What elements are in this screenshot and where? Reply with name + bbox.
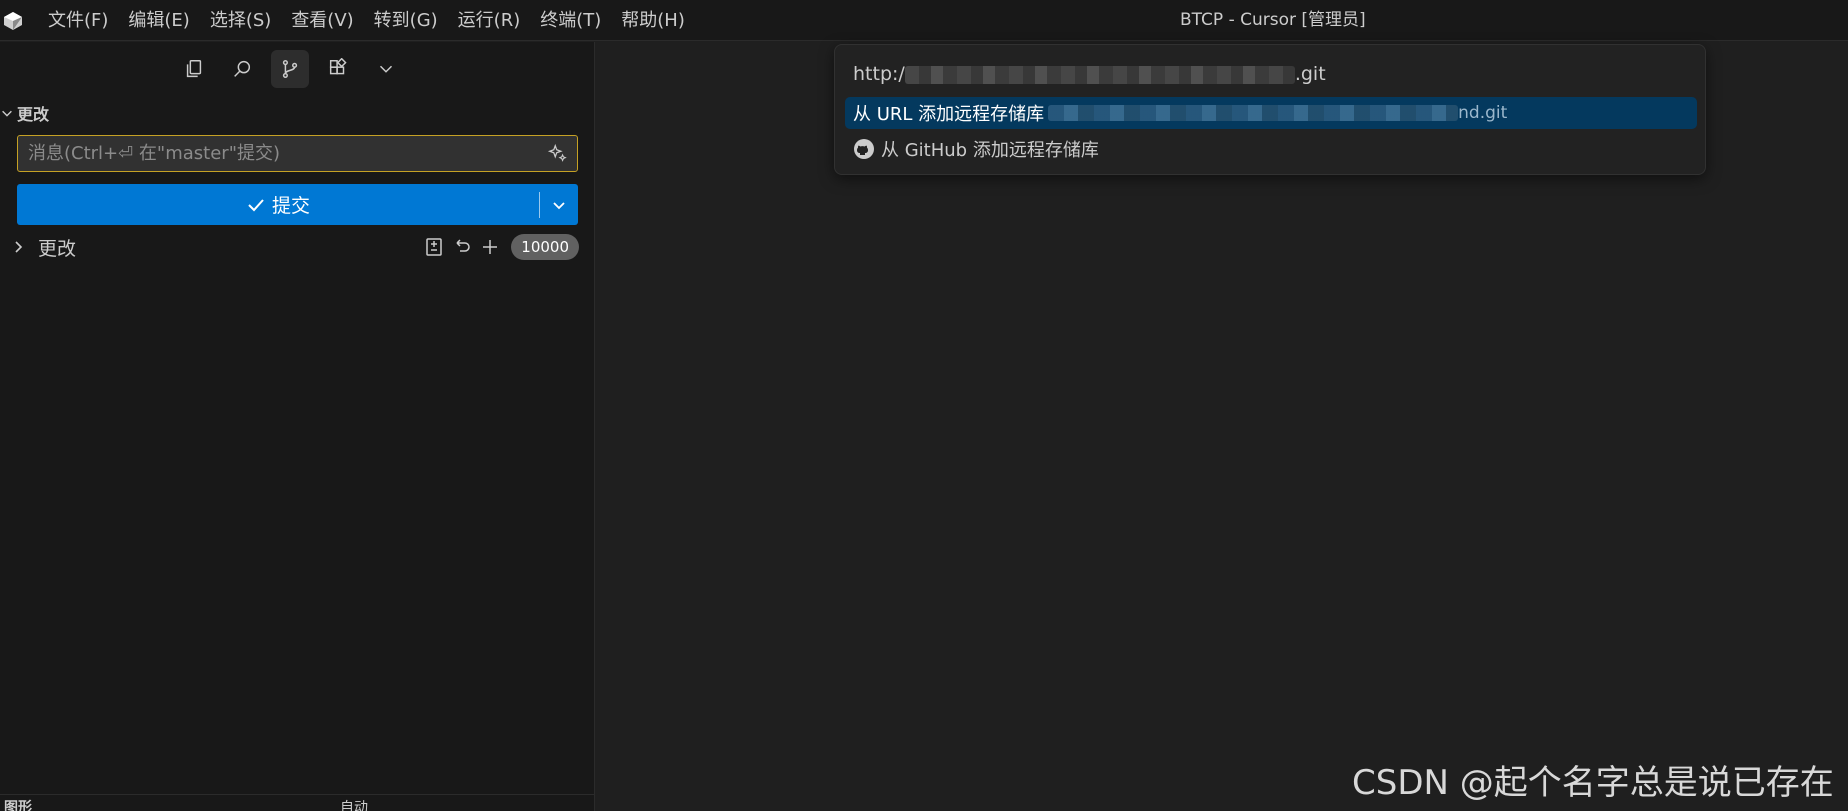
explorer-button[interactable] xyxy=(175,50,213,88)
menu-selection[interactable]: 选择(S) xyxy=(204,6,277,36)
source-control-button[interactable] xyxy=(271,50,309,88)
changes-actions: 10000 xyxy=(419,234,579,260)
cursor-logo-icon xyxy=(4,12,22,30)
more-views-button[interactable] xyxy=(367,50,405,88)
files-icon xyxy=(186,60,202,78)
graph-auto-toggle[interactable]: 自动 xyxy=(340,797,368,811)
menu-file[interactable]: 文件(F) xyxy=(42,6,114,36)
menu-run[interactable]: 运行(R) xyxy=(452,6,527,36)
app-window: 文件(F) 编辑(E) 选择(S) 查看(V) 转到(G) 运行(R) 终端(T… xyxy=(0,0,1848,811)
quick-pick-item-label: 从 URL 添加远程存储库 xyxy=(853,104,1045,125)
watermark: CSDN @起个名字总是说已存在 xyxy=(1352,763,1834,803)
quick-pick-item-description-suffix: nd.git xyxy=(1458,103,1508,123)
menu-edit[interactable]: 编辑(E) xyxy=(122,6,195,36)
commit-dropdown-button[interactable] xyxy=(540,184,578,225)
commit-button-main[interactable]: 提交 xyxy=(17,184,539,225)
graph-section-header[interactable]: 图形 自动 xyxy=(0,794,595,811)
sparkle-icon[interactable] xyxy=(547,143,569,165)
plus-icon xyxy=(483,240,498,254)
quick-pick-item-description: nd.git xyxy=(1048,103,1507,123)
chevron-right-icon xyxy=(15,241,23,253)
chevron-down-icon xyxy=(553,201,565,209)
chevron-down-icon xyxy=(2,110,12,117)
commit-message-input[interactable]: 消息(Ctrl+⏎ 在"master"提交) xyxy=(17,135,578,172)
commit-button-label: 提交 xyxy=(271,195,310,217)
extensions-icon xyxy=(329,58,347,75)
extensions-button[interactable] xyxy=(319,50,357,88)
diff-file-icon xyxy=(426,238,443,256)
github-icon xyxy=(854,139,874,159)
menu-view[interactable]: 查看(V) xyxy=(285,6,359,36)
check-icon xyxy=(248,198,264,211)
activity-bar xyxy=(0,42,595,94)
quick-pick-input[interactable]: http:/ .git xyxy=(853,59,1693,89)
open-changes-button[interactable] xyxy=(421,234,447,260)
quick-pick-input-suffix: .git xyxy=(1294,63,1326,85)
commit-button[interactable]: 提交 xyxy=(17,184,578,225)
changes-label: 更改 xyxy=(38,237,77,260)
commit-button-divider xyxy=(539,191,540,218)
stage-all-button[interactable] xyxy=(477,234,503,260)
changes-group-row[interactable]: 更改 10000 xyxy=(0,232,595,262)
menu-go[interactable]: 转到(G) xyxy=(368,6,444,36)
chevron-down-icon xyxy=(379,65,393,73)
menu-help[interactable]: 帮助(H) xyxy=(615,6,691,36)
quick-pick-item-add-remote-url[interactable]: 从 URL 添加远程存储库 nd.git xyxy=(845,97,1697,129)
quick-pick-item-add-remote-github[interactable]: 从 GitHub 添加远程存储库 xyxy=(845,133,1697,165)
redacted-url xyxy=(1048,105,1459,121)
search-icon xyxy=(234,60,251,77)
commit-message-placeholder: 消息(Ctrl+⏎ 在"master"提交) xyxy=(28,143,280,164)
changes-section-header[interactable]: 更改 xyxy=(0,100,49,126)
graph-title: 图形 xyxy=(4,800,32,811)
sidebar: 更改 消息(Ctrl+⏎ 在"master"提交) 提交 更改 10000 图形… xyxy=(0,42,595,811)
changes-count-badge: 10000 xyxy=(511,234,579,260)
quick-pick-item-label: 从 GitHub 添加远程存储库 xyxy=(881,140,1099,161)
discard-all-button[interactable] xyxy=(449,234,475,260)
section-title: 更改 xyxy=(17,105,50,124)
window-title: BTCP - Cursor [管理员] xyxy=(1180,10,1366,30)
menu-bar: 文件(F) 编辑(E) 选择(S) 查看(V) 转到(G) 运行(R) 终端(T… xyxy=(42,0,699,41)
redacted-url xyxy=(904,65,1295,84)
title-bar: 文件(F) 编辑(E) 选择(S) 查看(V) 转到(G) 运行(R) 终端(T… xyxy=(0,0,1848,41)
graph-toolbar: 自动 xyxy=(340,797,380,811)
menu-terminal[interactable]: 终端(T) xyxy=(534,6,607,36)
source-control-icon xyxy=(282,60,298,78)
quick-pick-input-prefix: http:/ xyxy=(853,63,905,85)
search-button[interactable] xyxy=(223,50,261,88)
quick-pick: http:/ .git 从 URL 添加远程存储库 nd.git 从 GitHub… xyxy=(834,44,1706,175)
discard-icon xyxy=(456,239,471,252)
